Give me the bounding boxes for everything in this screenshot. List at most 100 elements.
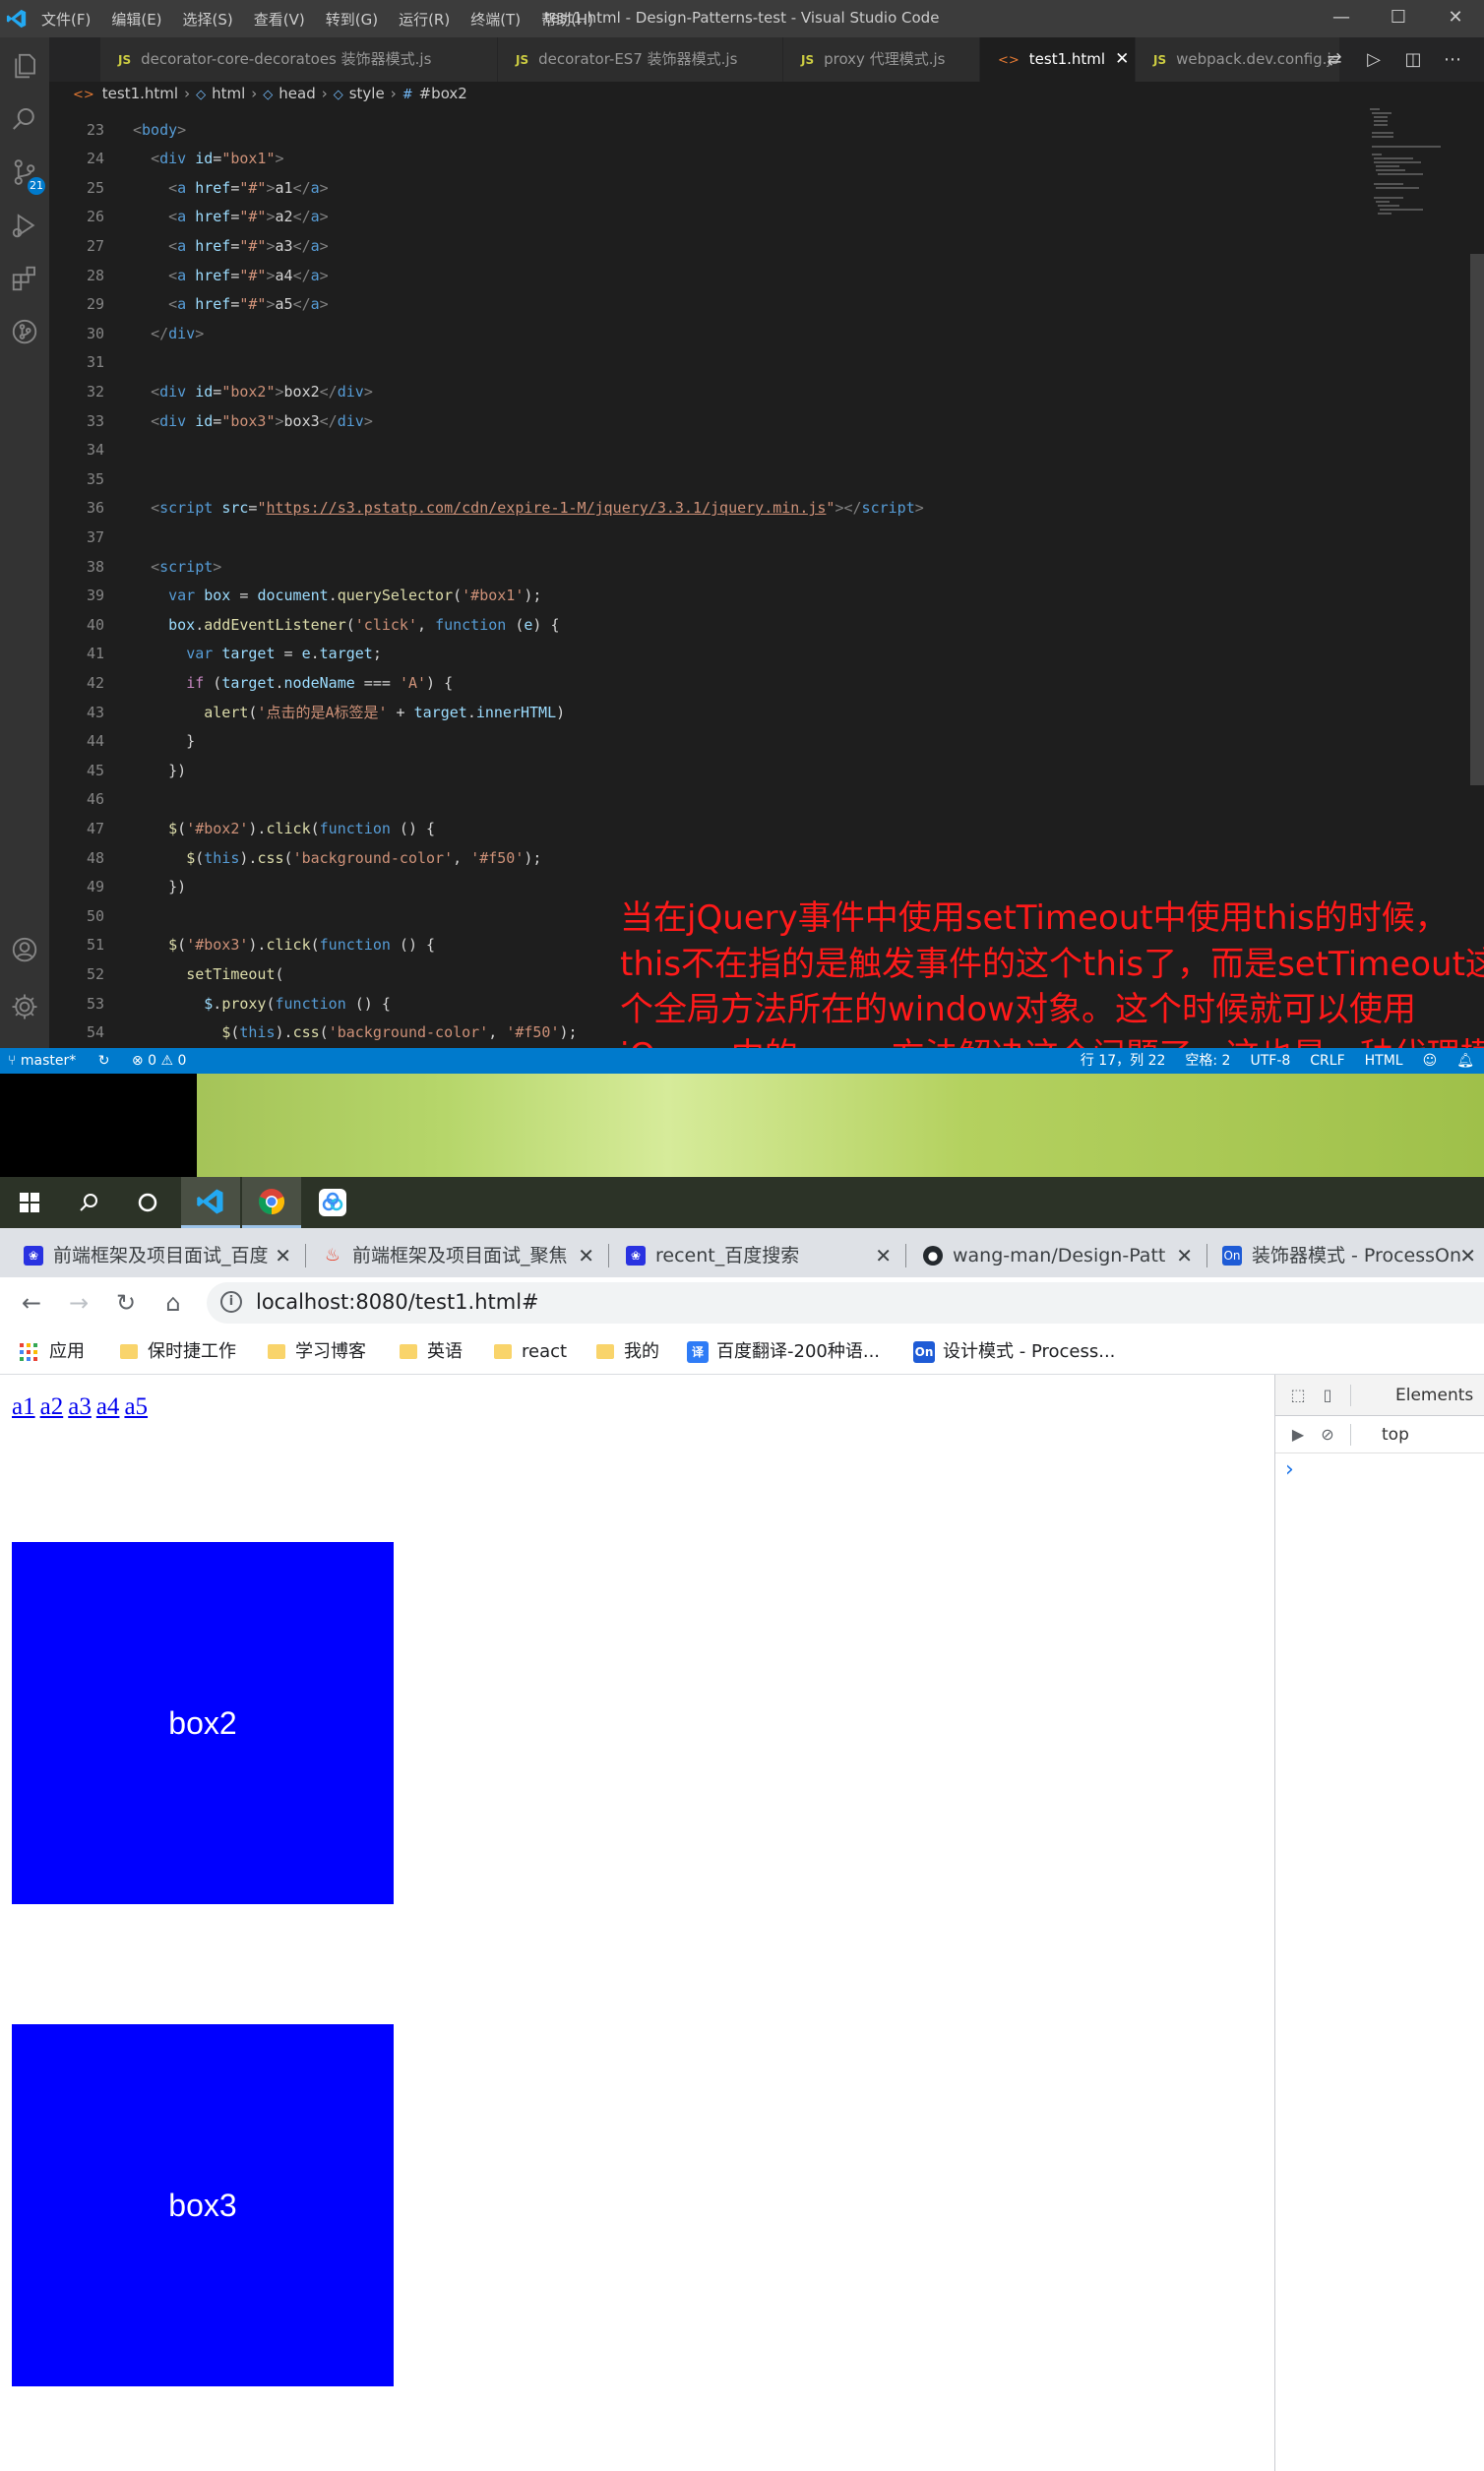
- taskbar-chrome[interactable]: [242, 1177, 301, 1228]
- accounts-button[interactable]: [0, 925, 49, 974]
- taskbar-search-button[interactable]: [59, 1177, 118, 1228]
- extensions-button[interactable]: [0, 254, 49, 303]
- search-button[interactable]: [0, 94, 49, 144]
- vscode-icon: [197, 1189, 223, 1213]
- run-button[interactable]: ▷: [1354, 37, 1393, 82]
- url-text[interactable]: localhost:8080/test1.html#: [256, 1290, 539, 1314]
- open-changes-button[interactable]: ⇄: [1315, 37, 1354, 82]
- close-icon[interactable]: ✕: [1459, 1234, 1476, 1277]
- context-selector[interactable]: top: [1382, 1425, 1409, 1445]
- chevron-right-icon: ›: [184, 85, 191, 102]
- close-icon[interactable]: ✕: [275, 1234, 291, 1277]
- box2[interactable]: box2: [12, 1542, 394, 1904]
- vscode-logo-icon: [6, 9, 27, 29]
- browser-tab-5[interactable]: On 装饰器模式 - ProcessOn ✕: [1212, 1234, 1484, 1277]
- run-debug-button[interactable]: [0, 201, 49, 250]
- menu-selection[interactable]: 选择(S): [183, 9, 233, 30]
- error-icon: ⊗: [131, 1053, 144, 1069]
- browser-tab-2[interactable]: ♨ 前端框架及项目面试_聚焦 ✕: [313, 1234, 602, 1277]
- maximize-button[interactable]: ☐: [1370, 0, 1427, 37]
- error-count[interactable]: 0: [148, 1053, 156, 1069]
- more-actions-button[interactable]: ⋯: [1433, 37, 1472, 82]
- menu-edit[interactable]: 编辑(E): [111, 9, 161, 30]
- code-editor[interactable]: 22 23 24 25 26 27 28 29 30 31 32 33 34 35 36 37 38 39 40 41…: [49, 106, 1484, 1048]
- clear-console-icon[interactable]: ⊘: [1317, 1424, 1338, 1446]
- branch-name[interactable]: master*: [21, 1053, 76, 1069]
- console-prompt[interactable]: ›: [1285, 1457, 1294, 1482]
- feedback-icon[interactable]: ☺: [1423, 1048, 1438, 1074]
- breadcrumb-file[interactable]: test1.html: [102, 85, 178, 102]
- inspect-element-icon[interactable]: ⬚: [1287, 1385, 1309, 1406]
- explorer-button[interactable]: [0, 41, 49, 91]
- indentation[interactable]: 空格: 2: [1185, 1048, 1230, 1074]
- back-button[interactable]: ←: [14, 1285, 49, 1321]
- menu-view[interactable]: 查看(V): [254, 9, 305, 30]
- bookmark-folder-mine[interactable]: 我的: [592, 1336, 659, 1368]
- breadcrumb-style[interactable]: style: [349, 85, 385, 102]
- taskbar-vscode[interactable]: [181, 1177, 240, 1228]
- bookmark-folder-porsche[interactable]: 保时捷工作: [116, 1336, 236, 1368]
- encoding[interactable]: UTF-8: [1250, 1048, 1290, 1074]
- home-button[interactable]: ⌂: [155, 1285, 191, 1321]
- device-toolbar-icon[interactable]: ▯: [1317, 1385, 1338, 1406]
- menu-file[interactable]: 文件(F): [41, 9, 91, 30]
- minimap[interactable]: [1370, 106, 1468, 244]
- reload-button[interactable]: ↻: [108, 1285, 144, 1321]
- menu-go[interactable]: 转到(G): [326, 9, 378, 30]
- breadcrumb-selector[interactable]: #box2: [419, 85, 467, 102]
- close-tab-icon[interactable]: ✕: [1115, 49, 1129, 69]
- git-graph-button[interactable]: [0, 307, 49, 356]
- bookmark-processon[interactable]: On 设计模式 - Process...: [911, 1336, 1115, 1368]
- bookmark-folder-react[interactable]: react: [490, 1336, 567, 1368]
- cursor-position[interactable]: 行 17，列 22: [1081, 1048, 1166, 1074]
- link-a2[interactable]: a2: [40, 1393, 64, 1420]
- box3[interactable]: box3: [12, 2024, 394, 2386]
- bookmark-folder-english[interactable]: 英语: [396, 1336, 463, 1368]
- info-icon[interactable]: i: [220, 1291, 242, 1313]
- browser-tab-4[interactable]: ● wang-man/Design-Patt ✕: [913, 1234, 1201, 1277]
- browser-tab-1[interactable]: ❀ 前端框架及项目面试_百度 ✕: [14, 1234, 299, 1277]
- tab-test1-html[interactable]: <> test1.html ✕: [980, 37, 1136, 82]
- bookmark-apps[interactable]: 应用: [18, 1336, 85, 1368]
- taskbar-baidu-netdisk[interactable]: [303, 1177, 362, 1228]
- notifications-icon[interactable]: 🔔︎: [1456, 1048, 1474, 1074]
- tab-decorator-es7[interactable]: JS decorator-ES7 装饰器模式.js: [498, 37, 783, 82]
- browser-tab-3[interactable]: ❀ recent_百度搜索 ✕: [616, 1234, 899, 1277]
- close-icon[interactable]: ✕: [875, 1234, 892, 1277]
- start-button[interactable]: [0, 1177, 59, 1228]
- task-view-button[interactable]: [118, 1177, 177, 1228]
- line-number: 52: [86, 965, 104, 983]
- split-editor-button[interactable]: ◫: [1393, 37, 1433, 82]
- language-mode[interactable]: HTML: [1365, 1048, 1403, 1074]
- tab-divider: [1206, 1244, 1207, 1267]
- show-sidebar-icon[interactable]: ▶: [1287, 1424, 1309, 1446]
- bookmark-folder-blogs[interactable]: 学习博客: [264, 1336, 366, 1368]
- warning-count[interactable]: 0: [177, 1053, 186, 1069]
- console-toolbar: ▶ ⊘ top: [1275, 1416, 1484, 1453]
- tab-decorator-core[interactable]: JS decorator-core-decoratoes 装饰器模式.js: [100, 37, 498, 82]
- breadcrumb-html[interactable]: html: [212, 85, 245, 102]
- sync-icon[interactable]: ↻: [98, 1053, 110, 1069]
- settings-button[interactable]: [0, 982, 49, 1031]
- breadcrumb-head[interactable]: head: [278, 85, 315, 102]
- close-window-button[interactable]: ✕: [1427, 0, 1484, 37]
- source-control-button[interactable]: 21: [0, 148, 49, 197]
- bookmark-baidu-translate[interactable]: 译百度翻译-200种语...: [685, 1336, 880, 1368]
- link-a5[interactable]: a5: [124, 1393, 148, 1420]
- editor-scrollbar[interactable]: [1470, 254, 1484, 785]
- menu-run[interactable]: 运行(R): [399, 9, 450, 30]
- close-icon[interactable]: ✕: [578, 1234, 594, 1277]
- tab-webpack-config[interactable]: JS webpack.dev.config.js: [1136, 37, 1340, 82]
- address-bar[interactable]: i localhost:8080/test1.html#: [207, 1282, 1484, 1324]
- link-a4[interactable]: a4: [96, 1393, 120, 1420]
- line-ending[interactable]: CRLF: [1310, 1048, 1344, 1074]
- forward-button[interactable]: →: [61, 1285, 96, 1321]
- minimize-button[interactable]: —: [1313, 0, 1370, 37]
- menu-terminal[interactable]: 终端(T): [470, 9, 521, 30]
- elements-tab[interactable]: Elements: [1395, 1386, 1473, 1405]
- close-icon[interactable]: ✕: [1176, 1234, 1193, 1277]
- link-a3[interactable]: a3: [68, 1393, 92, 1420]
- tab-proxy[interactable]: JS proxy 代理模式.js: [783, 37, 980, 82]
- link-a1[interactable]: a1: [12, 1393, 35, 1420]
- menu-help[interactable]: 帮助(H): [541, 9, 593, 30]
